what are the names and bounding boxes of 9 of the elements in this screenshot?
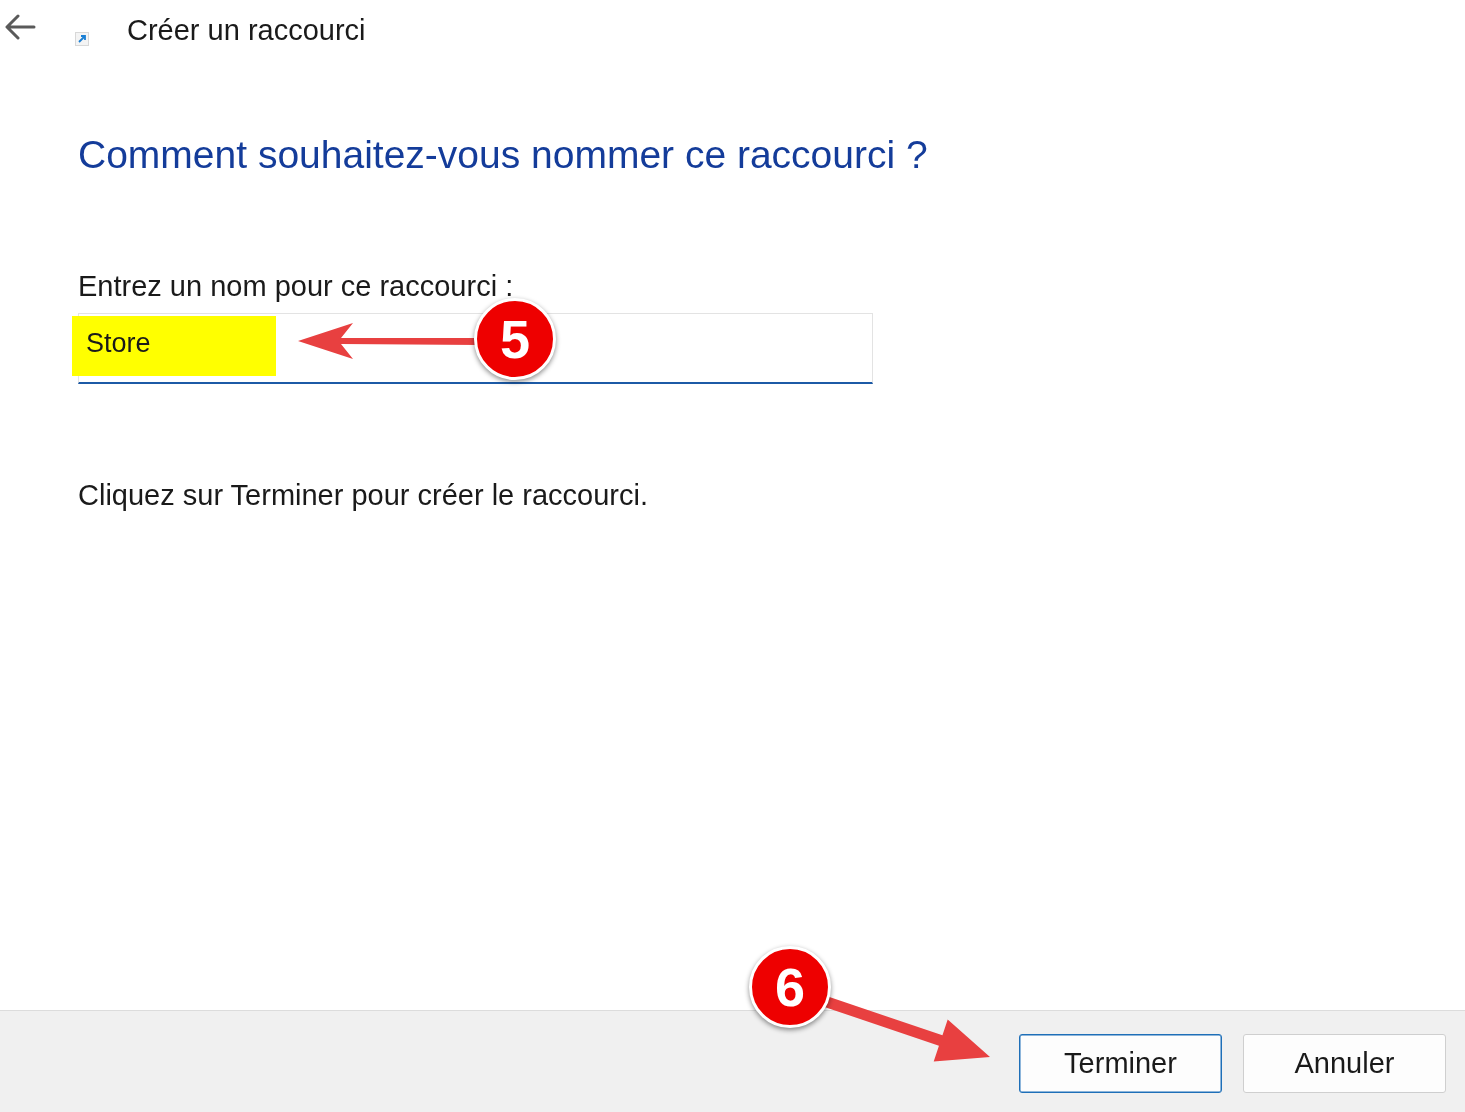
step-number-badge: 6: [749, 946, 831, 1028]
finish-button[interactable]: Terminer: [1019, 1034, 1222, 1093]
instruction-text: Cliquez sur Terminer pour créer le raccourci.: [78, 478, 648, 512]
shortcut-arrow-icon: [75, 31, 89, 46]
back-arrow-icon: [4, 14, 36, 40]
cancel-button[interactable]: Annuler: [1243, 1034, 1446, 1093]
window-title: Créer un raccourci: [127, 13, 366, 47]
back-button[interactable]: [4, 14, 36, 40]
page-heading: Comment souhaitez-vous nommer ce raccourci ?: [78, 132, 928, 178]
